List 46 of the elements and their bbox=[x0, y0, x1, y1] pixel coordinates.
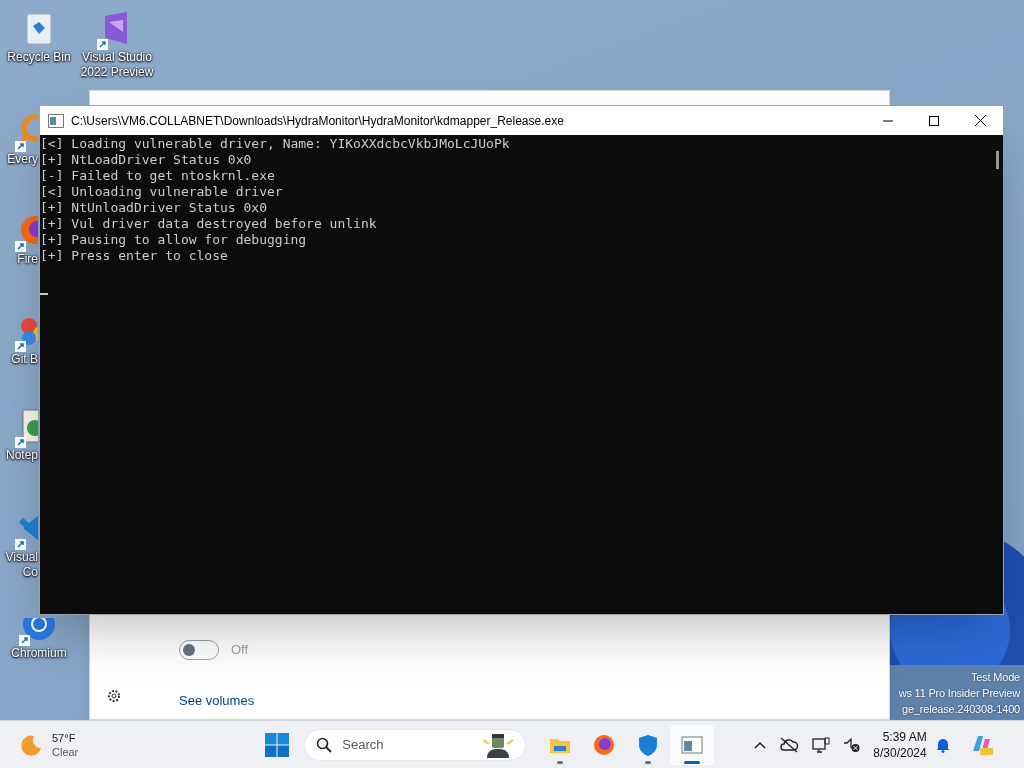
cloud-off-icon[interactable] bbox=[779, 736, 800, 753]
settings-icon bbox=[106, 688, 122, 704]
close-icon bbox=[974, 115, 986, 126]
bell-icon[interactable] bbox=[935, 736, 950, 753]
watermark-text: ge_release.240308-1400 bbox=[902, 702, 1020, 717]
weather-condition[interactable]: Clear bbox=[52, 744, 79, 759]
watermark-text: ws 11 Pro Insider Preview bbox=[898, 686, 1020, 701]
search-box[interactable]: Search bbox=[304, 728, 527, 761]
console-line: [<] Unloading vulnerable driver bbox=[40, 184, 284, 200]
clock[interactable]: 5:39 AM 8/30/2024 bbox=[873, 728, 927, 761]
toggle-switch[interactable] bbox=[179, 640, 219, 660]
figure-icon bbox=[481, 731, 516, 758]
icon-label[interactable]: Fire bbox=[17, 252, 39, 267]
icon-label[interactable]: Git B bbox=[11, 352, 39, 367]
temperature-text[interactable]: 57°F bbox=[52, 730, 79, 745]
date-text: 8/30/2024 bbox=[873, 744, 927, 761]
console-icon bbox=[48, 113, 64, 128]
taskbar-app-button[interactable] bbox=[670, 724, 715, 765]
search-icon bbox=[316, 736, 333, 753]
toggle-label: Off bbox=[231, 641, 249, 660]
icon-label[interactable]: Every bbox=[7, 152, 39, 167]
moon-icon bbox=[20, 733, 42, 756]
start-icon[interactable] bbox=[265, 732, 290, 757]
icon-label[interactable]: Recycle Bin bbox=[7, 50, 71, 65]
window-title: C:\Users\VM6.COLLABNET\Downloads\HydraMonitor\HydraMonitor\kdmapper_Release.exe bbox=[71, 112, 564, 130]
maximize-icon bbox=[929, 115, 939, 126]
icon-label[interactable]: Notep bbox=[5, 448, 39, 463]
time-text: 5:39 AM bbox=[882, 728, 927, 745]
console-line: [<] Loading vulnerable driver, Name: YIKoXXdcbcVkbJMoLcJUoPk bbox=[40, 136, 511, 152]
console-line: [+] NtUnloadDriver Status 0x0 bbox=[40, 200, 268, 216]
icon-label[interactable]: Visual Studio 2022 Preview bbox=[78, 50, 156, 80]
chevron-up-icon[interactable] bbox=[754, 740, 767, 749]
icon-label[interactable]: Chromium bbox=[11, 646, 67, 661]
console-line: [+] NtLoadDriver Status 0x0 bbox=[40, 152, 253, 168]
console-line: [+] Vul driver data destroyed before unlink bbox=[40, 216, 378, 232]
globe-icon bbox=[592, 732, 617, 757]
watermark-text: Test Mode bbox=[971, 670, 1020, 685]
speaker-muted-icon[interactable] bbox=[843, 736, 862, 753]
text-cursor bbox=[40, 293, 48, 295]
search-field[interactable]: Search bbox=[342, 734, 443, 755]
console-line: [-] Failed to get ntoskrnl.exe bbox=[40, 168, 276, 184]
see-volumes-link[interactable]: See volumes bbox=[179, 691, 255, 711]
network-icon[interactable] bbox=[812, 736, 831, 753]
console-line: [+] Pausing to allow for debugging bbox=[40, 232, 308, 248]
console-line: [+] Press enter to close bbox=[40, 248, 229, 264]
icon-label[interactable]: Visual Co bbox=[5, 550, 39, 580]
